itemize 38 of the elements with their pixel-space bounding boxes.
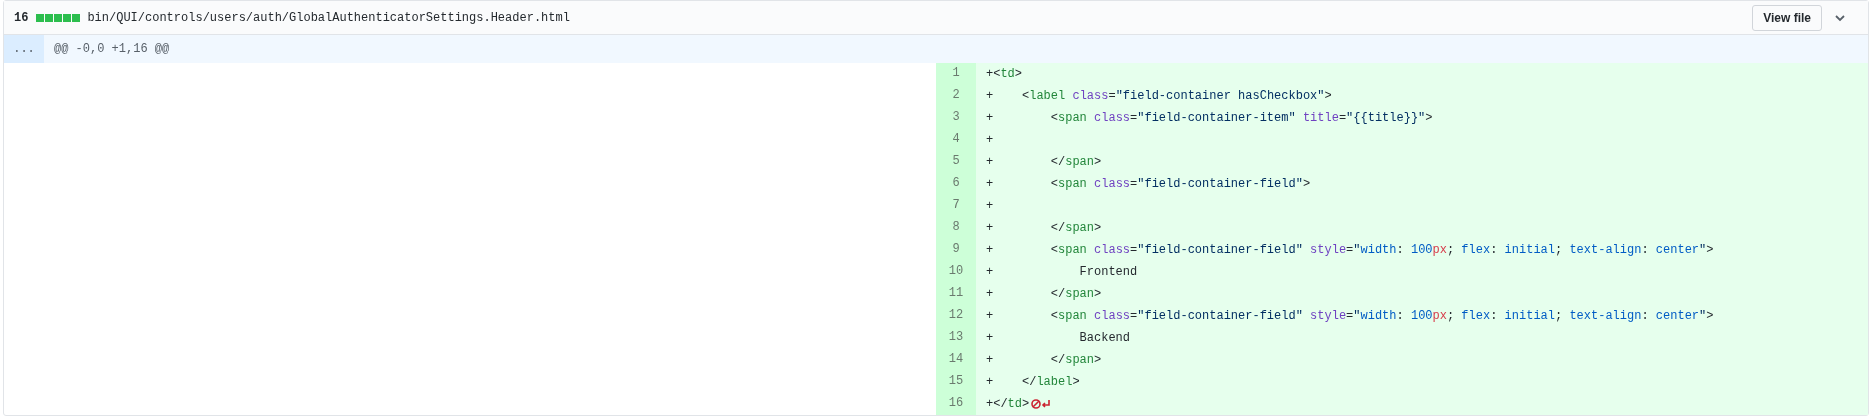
- code-line: + <span class="field-container-item" title="{{title}}">: [985, 110, 1433, 127]
- diffstat-icon: [36, 13, 81, 22]
- line-number: 12: [936, 305, 976, 327]
- change-count: 16: [14, 10, 29, 25]
- code-line: + </span>: [985, 286, 1102, 303]
- line-number: 1: [936, 63, 976, 85]
- code-line: + </span>: [985, 154, 1102, 171]
- line-number: 6: [936, 173, 976, 195]
- code-line: + </span>: [985, 352, 1102, 369]
- code-line: + </span>: [985, 220, 1102, 237]
- line-number: 4: [936, 129, 976, 151]
- code-line: +<td>: [985, 66, 1022, 83]
- line-number: 11: [936, 283, 976, 305]
- line-number: 14: [936, 349, 976, 371]
- file-path: bin/QUI/controls/users/auth/GlobalAuthenticatorSettings.Header.html: [87, 10, 571, 25]
- code-line: + Frontend: [985, 264, 1138, 281]
- view-file-button[interactable]: View file: [1752, 4, 1822, 31]
- line-number: 2: [936, 85, 976, 107]
- line-number: 15: [936, 371, 976, 393]
- code-line: +: [985, 132, 994, 149]
- line-number: 13: [936, 327, 976, 349]
- line-number: 16: [936, 393, 976, 415]
- line-number: 5: [936, 151, 976, 173]
- line-number: 8: [936, 217, 976, 239]
- code-line: + Backend: [985, 330, 1131, 347]
- line-number: 7: [936, 195, 976, 217]
- code-line: + <span class="field-container-field" style="width: 100px; flex: initial; text-align: center">: [985, 308, 1714, 325]
- code-line: + <span class="field-container-field">: [985, 176, 1311, 193]
- line-number: 3: [936, 107, 976, 129]
- code-line: + </label>: [985, 374, 1080, 391]
- hunk-header: @@ -0,0 +1,16 @@: [53, 42, 170, 56]
- code-line: +</td>: [976, 393, 1052, 415]
- code-line: +: [985, 198, 994, 215]
- line-number: 9: [936, 239, 976, 261]
- expand-button[interactable]: ...: [4, 35, 44, 63]
- code-line: + <span class="field-container-field" style="width: 100px; flex: initial; text-align: center">: [985, 242, 1714, 259]
- line-number: 10: [936, 261, 976, 283]
- code-line: + <label class="field-container hasCheckbox">: [985, 88, 1332, 105]
